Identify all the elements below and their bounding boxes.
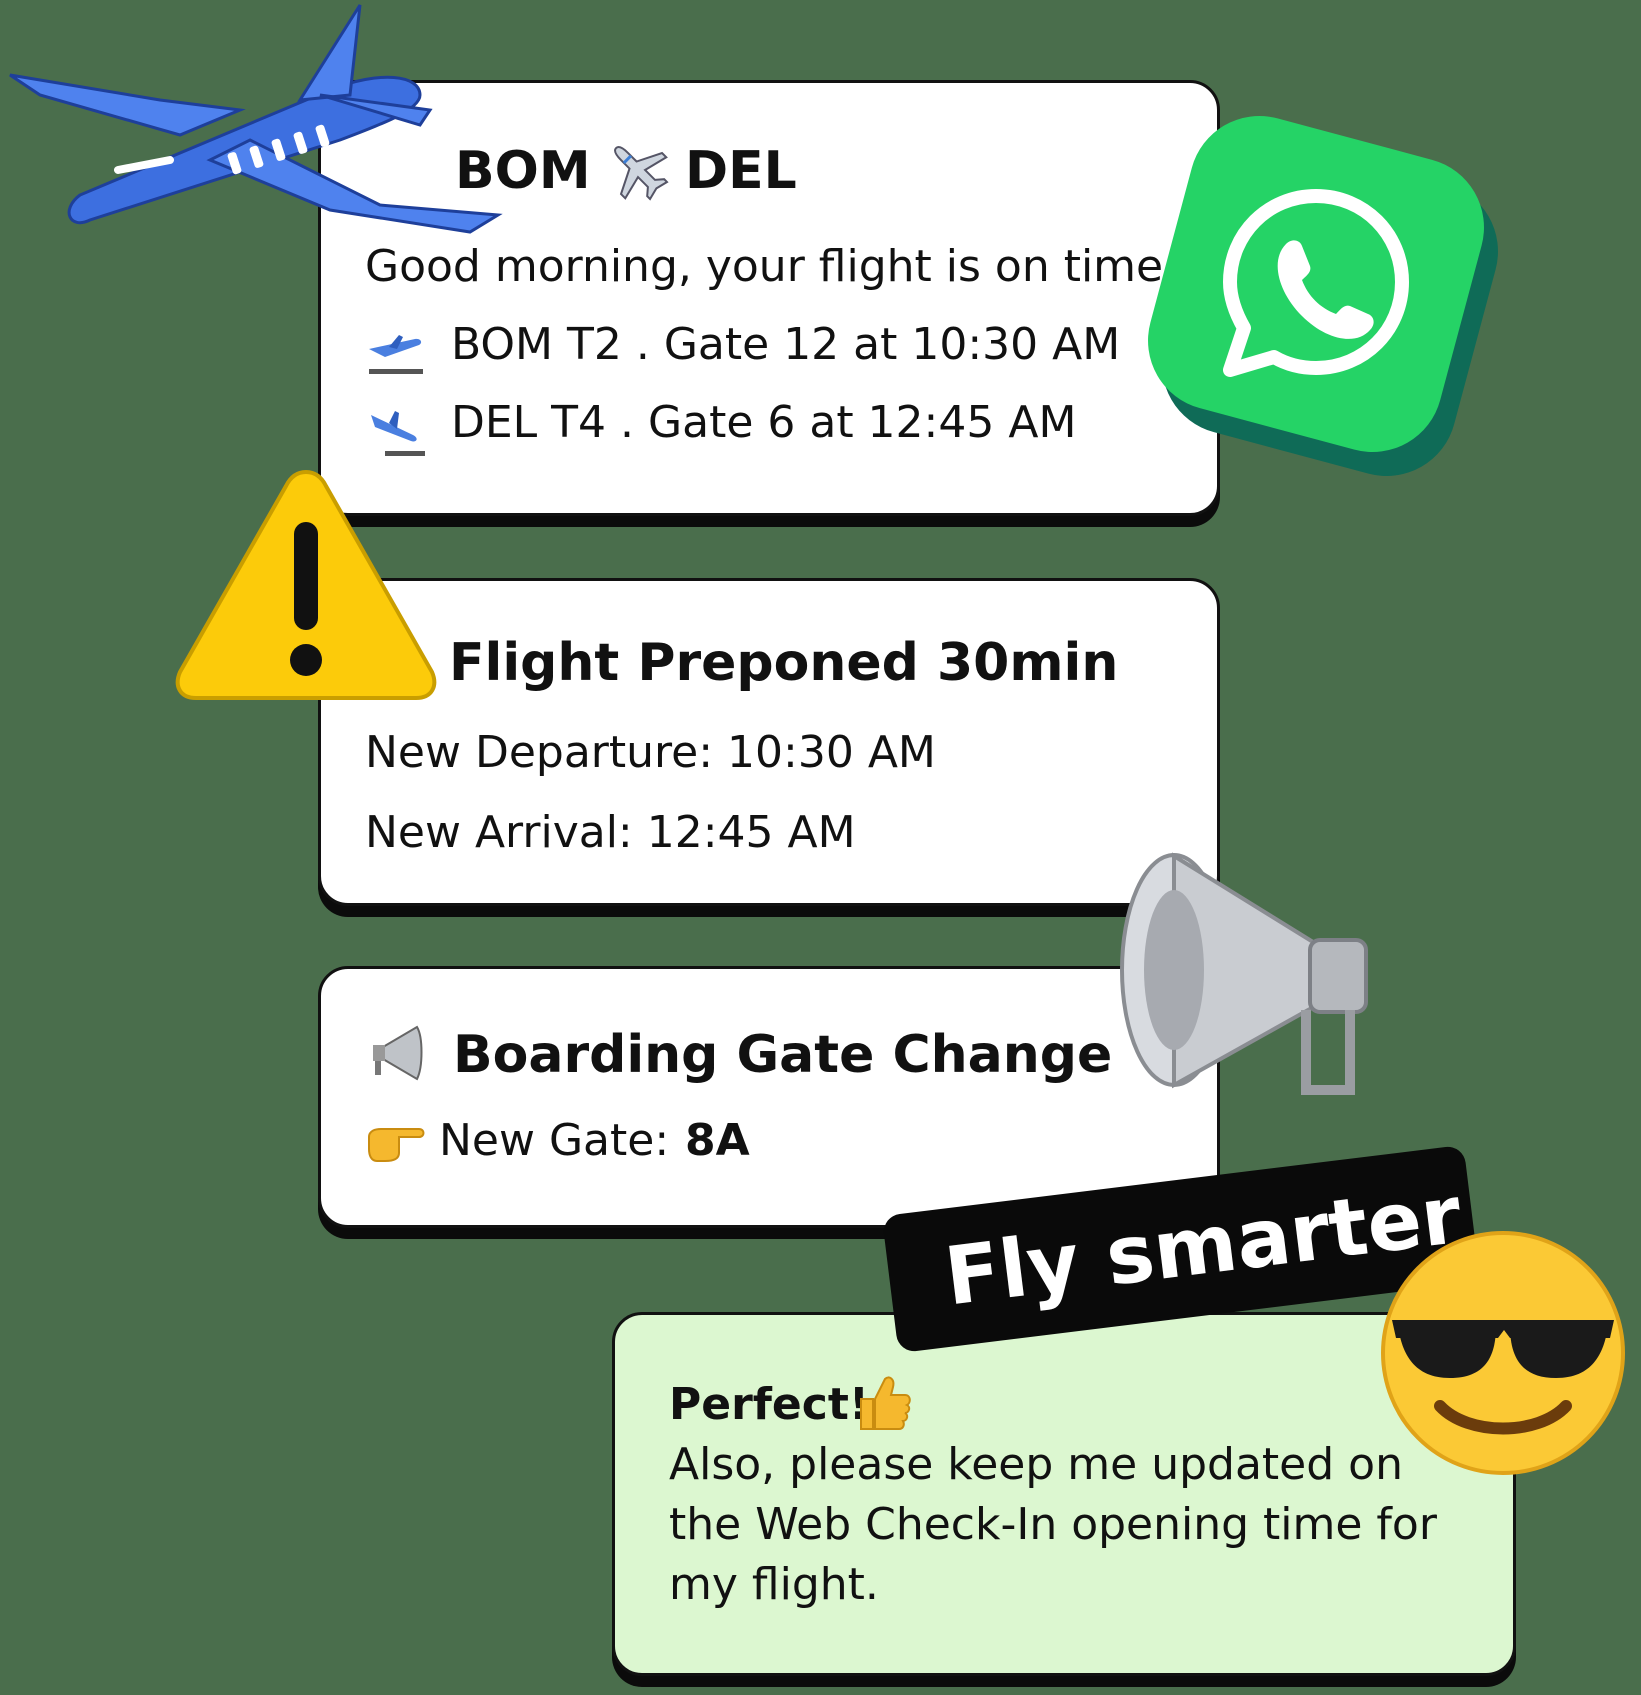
reply-heading: Perfect!: [669, 1379, 869, 1430]
pointing-right-icon: [368, 1128, 425, 1162]
reply-line-2: the Web Check-In opening time for: [669, 1499, 1437, 1550]
gate-change-title: Boarding Gate Change: [453, 1025, 1113, 1085]
loudspeaker-icon: [373, 1025, 423, 1081]
warning-icon: [175, 469, 437, 700]
gate-change-card: Boarding Gate Change New Gate: 8A: [318, 966, 1220, 1228]
new-departure: New Departure: 10:30 AM: [365, 727, 936, 778]
new-gate-value: 8A: [685, 1115, 750, 1166]
airplane-emoji-icon: [614, 146, 669, 201]
thumbs-up-icon: [860, 1376, 911, 1430]
reply-line-1: Also, please keep me updated on: [669, 1439, 1403, 1490]
preponed-title: Flight Preponed 30min: [449, 633, 1119, 693]
megaphone-sticker-icon: [1120, 852, 1368, 1095]
whatsapp-icon: [1223, 189, 1409, 377]
reply-line-3: my flight.: [669, 1559, 879, 1610]
arrival-icon: [371, 411, 425, 456]
flight-preponed-card: Flight Preponed 30min New Departure: 10:…: [318, 578, 1220, 906]
sunglasses-emoji-icon: [1381, 1231, 1625, 1475]
departure-line: BOM T2 . Gate 12 at 10:30 AM: [451, 319, 1121, 370]
destination-code: DEL: [685, 141, 797, 201]
new-arrival: New Arrival: 12:45 AM: [365, 807, 856, 858]
airplane-sticker-icon: [9, 4, 503, 234]
new-gate-label: New Gate:: [439, 1115, 670, 1166]
arrival-line: DEL T4 . Gate 6 at 12:45 AM: [451, 397, 1077, 448]
whatsapp-sticker: [1132, 100, 1514, 492]
departure-icon: [369, 335, 423, 374]
